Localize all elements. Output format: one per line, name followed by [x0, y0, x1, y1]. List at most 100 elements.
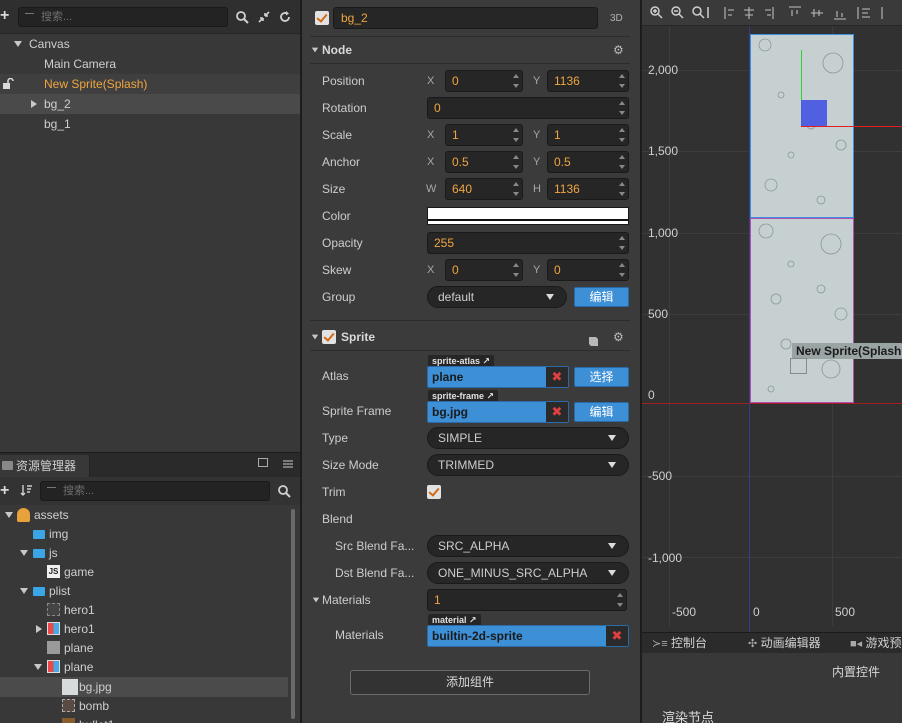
stepper-icon[interactable] [512, 72, 521, 90]
atlas-select-button[interactable]: 选择 [574, 367, 629, 387]
refresh-icon[interactable] [279, 11, 291, 25]
expand-arrow-icon[interactable] [14, 41, 22, 47]
size-w-input[interactable]: 640 [445, 178, 523, 200]
anchor-x-input[interactable]: 0.5 [445, 151, 523, 173]
expand-arrow-icon[interactable] [20, 588, 28, 594]
zoom-in-icon[interactable] [650, 6, 663, 22]
expand-arrow-icon[interactable] [36, 625, 42, 633]
add-asset-icon[interactable]: + [0, 483, 9, 499]
scene-view[interactable]: 2,000 1,500 1,000 500 0 -500 -1,000 -500… [642, 0, 902, 632]
asset-row-game[interactable]: JS game [0, 562, 300, 582]
assets-scrollbar[interactable] [291, 509, 295, 719]
type-dropdown[interactable]: SIMPLE [427, 427, 629, 449]
stepper-icon[interactable] [512, 261, 521, 279]
expand-arrow-icon[interactable] [20, 550, 28, 556]
asset-row-js[interactable]: js [0, 543, 300, 563]
dst-blend-dropdown[interactable]: ONE_MINUS_SRC_ALPHA [427, 562, 629, 584]
expand-arrow-icon[interactable] [5, 512, 13, 518]
node-name-input[interactable]: bg_2 [333, 7, 598, 29]
expand-arrow-icon[interactable] [34, 664, 42, 670]
add-component-button[interactable]: 添加组件 [350, 670, 590, 695]
clear-icon[interactable]: ✖ [606, 626, 628, 646]
stepper-icon[interactable] [618, 153, 627, 171]
color-swatch[interactable] [427, 207, 629, 225]
material-field[interactable]: builtin-2d-sprite ✖ [427, 625, 629, 647]
src-blend-dropdown[interactable]: SRC_ALPHA [427, 535, 629, 557]
asset-row-plane-atlas[interactable]: plane [0, 657, 300, 677]
asset-row-img[interactable]: img [0, 524, 300, 544]
console-tab[interactable]: ≻≡ 控制台 [652, 633, 707, 653]
asset-row-hero1-atlas[interactable]: hero1 [0, 619, 300, 639]
asset-row-bomb[interactable]: bomb [0, 696, 300, 716]
asset-row-plane-img[interactable]: plane [0, 638, 300, 658]
stepper-icon[interactable] [618, 126, 627, 144]
gear-icon[interactable]: ⚙ [613, 325, 624, 349]
node-section-header[interactable]: Node ⚙ [306, 38, 634, 62]
sprite-frame-field[interactable]: bg.jpg ✖ [427, 401, 569, 423]
stepper-icon[interactable] [618, 180, 627, 198]
expand-arrow-icon[interactable] [31, 100, 37, 108]
asset-row-assets[interactable]: assets [0, 505, 300, 525]
tree-row-main-camera[interactable]: Main Camera [0, 54, 300, 74]
scale-x-input[interactable]: 1 [445, 124, 523, 146]
tree-row-bg-2[interactable]: bg_2 [0, 94, 300, 114]
zoom-out-icon[interactable] [671, 6, 684, 22]
menu-icon[interactable] [283, 458, 293, 468]
atlas-field[interactable]: plane ✖ [427, 366, 569, 388]
asset-row-bg-jpg[interactable]: bg.jpg [0, 677, 288, 697]
stepper-icon[interactable] [616, 591, 625, 609]
skew-x-input[interactable]: 0 [445, 259, 523, 281]
gizmo-x-axis[interactable] [801, 126, 902, 127]
materials-toggle[interactable]: Materials [310, 589, 410, 611]
add-node-icon[interactable]: + [0, 8, 9, 24]
position-y-input[interactable]: 1136 [547, 70, 629, 92]
stepper-icon[interactable] [618, 261, 627, 279]
size-h-input[interactable]: 1136 [547, 178, 629, 200]
book-icon[interactable] [588, 331, 599, 355]
stepper-icon[interactable] [512, 153, 521, 171]
trim-checkbox[interactable] [427, 485, 441, 499]
animation-editor-tab[interactable]: ✣ 动画编辑器 [748, 633, 821, 653]
scale-y-input[interactable]: 1 [547, 124, 629, 146]
assets-search-input[interactable]: 搜索... [40, 481, 270, 501]
hierarchy-search-input[interactable]: 搜索... [18, 7, 228, 27]
maximize-icon[interactable] [258, 458, 268, 467]
tree-row-canvas[interactable]: Canvas [0, 34, 300, 54]
zoom-reset-icon[interactable] [692, 6, 714, 22]
asset-row-hero1-img[interactable]: hero1 [0, 600, 300, 620]
node-active-checkbox[interactable] [315, 11, 329, 25]
sprite-frame-edit-button[interactable]: 编辑 [574, 402, 629, 422]
collapse-arrow-icon[interactable] [311, 47, 319, 53]
clear-icon[interactable]: ✖ [546, 402, 568, 422]
group-dropdown[interactable]: default [427, 286, 567, 308]
skew-y-input[interactable]: 0 [547, 259, 629, 281]
stepper-icon[interactable] [618, 234, 627, 252]
stepper-icon[interactable] [512, 126, 521, 144]
collapse-arrow-icon[interactable] [311, 334, 319, 340]
sprite-section-header[interactable]: Sprite ⚙ [306, 325, 634, 349]
collapse-icon[interactable] [258, 11, 270, 25]
gear-icon[interactable]: ⚙ [613, 38, 624, 62]
bg-1-sprite[interactable] [750, 218, 854, 403]
clear-icon[interactable]: ✖ [546, 367, 568, 387]
asset-row-plist[interactable]: plist [0, 581, 300, 601]
stepper-icon[interactable] [618, 99, 627, 117]
tree-row-bg-1[interactable]: bg_1 [0, 114, 300, 134]
sort-icon[interactable] [20, 484, 32, 499]
position-x-input[interactable]: 0 [445, 70, 523, 92]
group-edit-button[interactable]: 编辑 [574, 287, 629, 307]
3d-toggle[interactable]: 3D [610, 13, 623, 24]
rotation-input[interactable]: 0 [427, 97, 629, 119]
gizmo-handle[interactable] [801, 100, 827, 126]
sprite-enabled-checkbox[interactable] [322, 330, 336, 344]
asset-row-bullet1[interactable]: bullet1 [0, 715, 300, 723]
stepper-icon[interactable] [512, 180, 521, 198]
game-preview-tab[interactable]: ■◂ 游戏预 [850, 633, 902, 653]
materials-count-input[interactable]: 1 [427, 589, 627, 611]
tree-row-new-sprite[interactable]: New Sprite(Splash) [0, 74, 300, 94]
search-icon[interactable] [236, 11, 249, 26]
stepper-icon[interactable] [618, 72, 627, 90]
search-icon[interactable] [278, 485, 291, 501]
assets-tab[interactable]: 资源管理器 [0, 455, 90, 477]
collapse-arrow-icon[interactable] [312, 597, 320, 603]
